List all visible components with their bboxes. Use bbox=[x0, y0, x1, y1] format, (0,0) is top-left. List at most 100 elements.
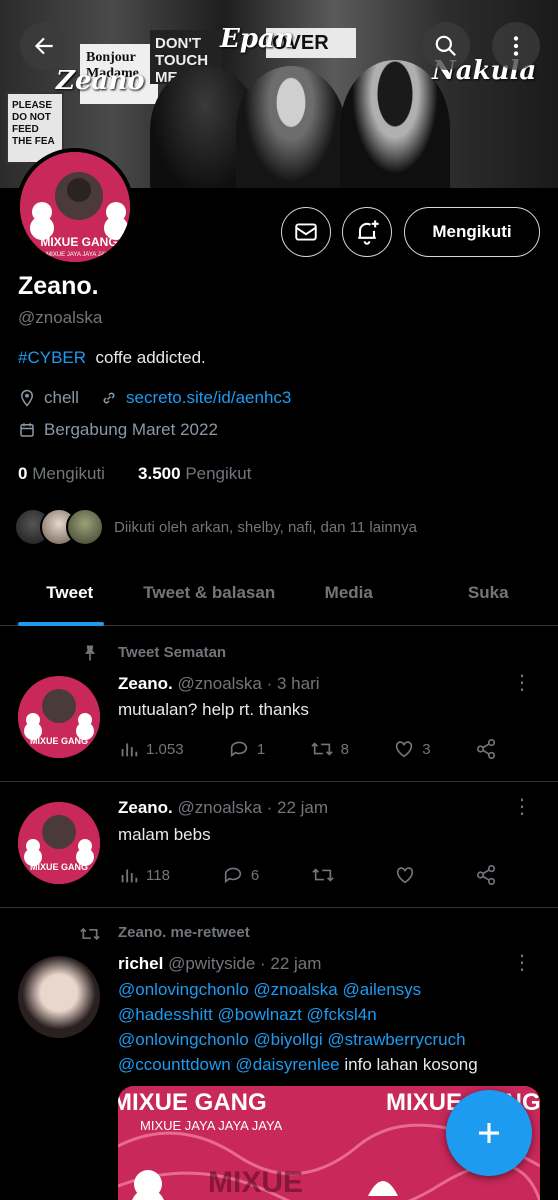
tweet-author-name: richel bbox=[118, 954, 164, 973]
profile-website[interactable]: secreto.site/id/aenhc3 bbox=[100, 388, 291, 408]
mixue-logo: MIXUE GANG MIXUE JAYA JAYA JAYA bbox=[20, 152, 130, 262]
tweet-more-button[interactable]: ⋮ bbox=[512, 673, 532, 693]
back-button[interactable] bbox=[20, 22, 68, 70]
media-brand: MIXUE bbox=[208, 1166, 303, 1199]
tweet-author-name: Zeano. bbox=[118, 674, 173, 693]
banner-person bbox=[236, 66, 346, 188]
followed-by-row[interactable]: Diikuti oleh arkan, shelby, nafi, dan 11… bbox=[14, 508, 417, 546]
link-icon bbox=[103, 392, 115, 404]
retweet-context: Zeano. me-retweet bbox=[118, 924, 250, 941]
more-vertical-icon bbox=[513, 36, 519, 56]
media-sub-left: MIXUE JAYA JAYA JAYA bbox=[140, 1118, 283, 1133]
envelope-icon bbox=[295, 223, 317, 241]
mixue-logo-title: MIXUE GANG bbox=[30, 862, 88, 872]
profile-name: Zeano. bbox=[18, 272, 99, 300]
mixue-logo: MIXUE GANG bbox=[18, 676, 100, 758]
more-options-button[interactable] bbox=[492, 22, 540, 70]
tweet-time: · 22 jam bbox=[260, 954, 322, 973]
bar-chart-icon bbox=[121, 869, 138, 883]
calendar-icon bbox=[20, 423, 34, 437]
search-icon bbox=[435, 35, 456, 56]
tweet-text: mutualan? help rt. thanks bbox=[118, 700, 309, 719]
bio-text: coffe addicted. bbox=[95, 348, 206, 367]
tab-suka[interactable]: Suka bbox=[419, 560, 558, 625]
profile-tabs: Tweet Tweet & balasan Media Suka bbox=[0, 560, 558, 626]
like-button[interactable]: 3 bbox=[392, 738, 431, 760]
reply-button[interactable]: 1 bbox=[227, 738, 265, 760]
tweet-author-handle: @znoalska bbox=[177, 674, 262, 693]
message-button[interactable] bbox=[281, 207, 331, 257]
location-pin-icon bbox=[20, 389, 34, 407]
tweet-item[interactable]: MIXUE GANG Zeano. @znoalska · 22 jam ⋮ m… bbox=[0, 782, 558, 908]
mixue-logo: MIXUE GANG bbox=[18, 802, 100, 884]
tweet-avatar[interactable] bbox=[18, 956, 100, 1038]
tab-media[interactable]: Media bbox=[279, 560, 419, 625]
pin-icon bbox=[85, 645, 95, 661]
search-button[interactable] bbox=[422, 22, 470, 70]
views-button[interactable]: 118 bbox=[118, 864, 170, 886]
tweet-author-handle: @znoalska bbox=[177, 798, 262, 817]
tweet-avatar[interactable]: MIXUE GANG bbox=[18, 802, 100, 884]
views-button[interactable]: 1.053 bbox=[118, 738, 184, 760]
tweet-time: · 3 hari bbox=[266, 674, 320, 693]
mention-line[interactable]: @hadesshitt @bowlnazt @fcksl4n bbox=[118, 1002, 478, 1027]
profile-avatar[interactable]: MIXUE GANG MIXUE JAYA JAYA JAYA bbox=[16, 148, 134, 266]
tweet-header: Zeano. @znoalska · 3 hari bbox=[118, 674, 320, 694]
profile-bio: #CYBER coffe addicted. bbox=[18, 348, 206, 368]
reply-button[interactable]: 6 bbox=[221, 864, 259, 886]
bio-hashtag[interactable]: #CYBER bbox=[18, 348, 86, 367]
tweet-actions: 1.053 1 8 3 bbox=[118, 738, 498, 760]
share-button[interactable] bbox=[474, 738, 498, 760]
retweet-button[interactable] bbox=[310, 864, 342, 886]
tweet-author-handle: @pwityside bbox=[168, 954, 256, 973]
mention-line[interactable]: @ccounttdown @daisyrenlee bbox=[118, 1055, 340, 1074]
plus-icon bbox=[479, 1123, 499, 1143]
following-button[interactable]: Mengikuti bbox=[404, 207, 540, 257]
retweet-icon bbox=[312, 868, 334, 882]
bar-chart-icon bbox=[121, 743, 138, 757]
share-button[interactable] bbox=[474, 864, 498, 886]
mention-line[interactable]: @onlovingchonlo @biyollgi @strawberrycru… bbox=[118, 1027, 478, 1052]
heart-icon bbox=[396, 741, 413, 758]
pinned-label: Tweet Sematan bbox=[118, 644, 227, 661]
like-button[interactable] bbox=[393, 864, 423, 886]
profile-joined: Bergabung Maret 2022 bbox=[18, 420, 218, 440]
tweet-actions: 118 6 bbox=[118, 864, 498, 886]
followed-by-text: Diikuti oleh arkan, shelby, nafi, dan 11… bbox=[114, 518, 417, 536]
arrow-left-icon bbox=[34, 37, 53, 55]
tweet-author-name: Zeano. bbox=[118, 798, 173, 817]
joined-text: Bergabung Maret 2022 bbox=[44, 420, 218, 439]
tweet-avatar[interactable]: MIXUE GANG bbox=[18, 676, 100, 758]
location-text: chell bbox=[44, 388, 79, 407]
tab-tweet-balasan[interactable]: Tweet & balasan bbox=[140, 560, 280, 625]
media-title-left: MIXUE GANG bbox=[118, 1089, 267, 1116]
tweet-more-button[interactable]: ⋮ bbox=[512, 953, 532, 973]
tweet-time: · 22 jam bbox=[266, 798, 329, 817]
profile-handle: @znoalska bbox=[18, 308, 103, 327]
reply-icon bbox=[224, 867, 241, 884]
banner-signature: Zeano bbox=[56, 66, 145, 96]
following-count-link[interactable]: 0 Mengikuti bbox=[18, 464, 105, 483]
mention-line[interactable]: @onlovingchonlo @znoalska @ailensys bbox=[118, 977, 478, 1002]
reply-icon bbox=[230, 741, 248, 758]
tweet-item[interactable]: Tweet Sematan MIXUE GANG Zeano. @znoalsk… bbox=[0, 626, 558, 782]
follower-avatar bbox=[66, 508, 104, 546]
notifications-button[interactable] bbox=[342, 207, 392, 257]
tweet-text: malam bebs bbox=[118, 825, 211, 844]
profile-location: chell bbox=[18, 388, 79, 408]
share-icon bbox=[476, 739, 496, 759]
retweet-icon bbox=[80, 927, 100, 941]
tweet-header: Zeano. @znoalska · 22 jam bbox=[118, 798, 328, 818]
heart-icon bbox=[396, 867, 414, 884]
banner-signature: Epan bbox=[220, 24, 294, 54]
website-link[interactable]: secreto.site/id/aenhc3 bbox=[126, 388, 291, 408]
tab-tweet[interactable]: Tweet bbox=[0, 560, 140, 626]
mixue-logo-title: MIXUE GANG bbox=[40, 235, 117, 249]
followers-count-link[interactable]: 3.500 Pengikut bbox=[138, 464, 251, 483]
compose-tweet-button[interactable] bbox=[446, 1090, 532, 1176]
tweet-more-button[interactable]: ⋮ bbox=[512, 797, 532, 817]
follow-counts: 0 Mengikuti 3.500 Pengikut bbox=[18, 464, 251, 484]
mixue-logo-title: MIXUE GANG bbox=[30, 736, 88, 746]
bell-plus-icon bbox=[358, 220, 379, 245]
retweet-button[interactable]: 8 bbox=[309, 738, 349, 760]
